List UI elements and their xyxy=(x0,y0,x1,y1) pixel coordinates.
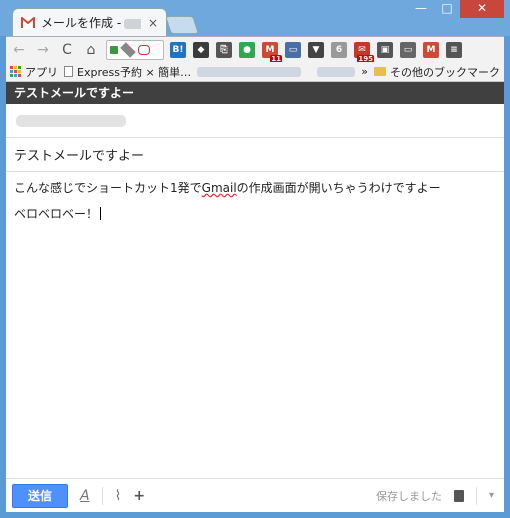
bookmark-apps-label: アプリ xyxy=(25,65,58,79)
more-options-icon[interactable]: ▾ xyxy=(489,490,494,501)
diamond-icon xyxy=(120,41,136,58)
evernote-icon[interactable]: ◆ xyxy=(193,41,209,58)
tab-close-icon[interactable]: × xyxy=(148,16,158,30)
folder-icon xyxy=(374,67,386,76)
counter-icon[interactable]: 6 xyxy=(331,41,347,58)
green-dot-icon[interactable]: ● xyxy=(239,41,255,58)
text-caret xyxy=(100,207,102,220)
window-controls: — □ ✕ xyxy=(408,0,504,18)
reload-button[interactable]: C xyxy=(58,42,76,58)
message-body[interactable]: こんな感じでショートカット1発でGmailの作成画面が開いちゃうわけですよー ベ… xyxy=(6,172,504,240)
tab-compose[interactable]: メールを作成 - × xyxy=(12,8,167,36)
minimize-button[interactable]: — xyxy=(408,0,434,18)
forward-button[interactable]: → xyxy=(34,42,52,58)
bookmarks-bar: アプリ Express予約 × 簡単… » その他のブックマーク xyxy=(6,62,504,82)
blurred-bookmarks xyxy=(197,66,302,77)
bookmark-express-label: Express予約 × 簡単… xyxy=(77,65,192,79)
bookmark-apps[interactable]: アプリ xyxy=(10,64,58,80)
menu-icon[interactable]: ≡ xyxy=(446,41,462,58)
tab-title: メールを作成 - xyxy=(41,14,141,31)
window-icon[interactable]: ▭ xyxy=(285,41,301,58)
reader-icon[interactable]: ▣ xyxy=(377,41,393,58)
body-line-2: ベロベロベー！ xyxy=(14,206,496,222)
gmail-favicon-icon xyxy=(21,15,35,29)
bookmarks-overflow-icon[interactable]: » xyxy=(361,65,368,78)
browser-window: メールを作成 - × — □ ✕ ← → C ⌂ B! ◆ ⎘ ● M 11 ▭ ▼ 6 ✉ 195… xyxy=(0,0,510,518)
compose-window: テストメールですよー テストメールですよー こんな感じでショートカット1発でGm… xyxy=(6,82,504,512)
new-tab-button[interactable] xyxy=(165,16,199,34)
bookmark-other-label: その他のブックマーク xyxy=(390,65,500,79)
bookmark-express[interactable]: Express予約 × 簡単… xyxy=(64,64,191,80)
send-button[interactable]: 送信 xyxy=(12,483,68,508)
address-bar[interactable] xyxy=(106,39,164,60)
divider xyxy=(475,486,477,505)
page-icon xyxy=(64,66,73,77)
home-button[interactable]: ⌂ xyxy=(82,42,100,58)
browser-toolbar: ← → C ⌂ B! ◆ ⎘ ● M 11 ▭ ▼ 6 ✉ 195 ▣ ▭ M ≡ xyxy=(6,36,504,63)
mail-count-icon[interactable]: ✉ 195 xyxy=(354,41,374,63)
bookmark-other[interactable]: その他のブックマーク xyxy=(374,64,500,80)
compose-footer: 送信 A ⌇ + 保存しました ▾ xyxy=(6,478,504,512)
formatting-icon[interactable]: A xyxy=(80,488,90,504)
recipient-blurred xyxy=(16,114,126,127)
divider xyxy=(101,486,103,505)
pocket-icon[interactable]: ▼ xyxy=(308,41,324,58)
back-button[interactable]: ← xyxy=(10,42,28,58)
extensions-area: B! ◆ ⎘ ● M 11 ▭ ▼ 6 ✉ 195 ▣ ▭ M ≡ xyxy=(170,41,462,63)
blurred-bookmark xyxy=(317,66,356,77)
cast-icon[interactable]: ▭ xyxy=(400,41,416,58)
plus-icon[interactable]: + xyxy=(133,488,145,504)
recipients-field[interactable] xyxy=(6,104,504,138)
maximize-button[interactable]: □ xyxy=(434,0,460,18)
cloud-icon xyxy=(138,44,150,55)
compose-header: テストメールですよー xyxy=(6,82,504,104)
close-window-button[interactable]: ✕ xyxy=(460,0,504,18)
saved-status: 保存しました xyxy=(375,489,442,503)
subject-field[interactable]: テストメールですよー xyxy=(6,138,504,172)
hatena-bookmark-icon[interactable]: B! xyxy=(170,41,186,58)
copy-icon[interactable]: ⎘ xyxy=(216,41,232,58)
body-line-1: こんな感じでショートカット1発でGmailの作成画面が開いちゃうわけですよー xyxy=(14,181,441,195)
tab-strip: メールを作成 - × — □ ✕ xyxy=(0,0,510,36)
trash-icon[interactable] xyxy=(453,489,464,502)
gmail-icon[interactable]: M xyxy=(423,41,439,58)
lock-icon xyxy=(110,45,118,54)
gmail-notifier-icon[interactable]: M 11 xyxy=(262,41,282,63)
attach-icon[interactable]: ⌇ xyxy=(115,488,122,504)
apps-icon xyxy=(10,66,21,77)
